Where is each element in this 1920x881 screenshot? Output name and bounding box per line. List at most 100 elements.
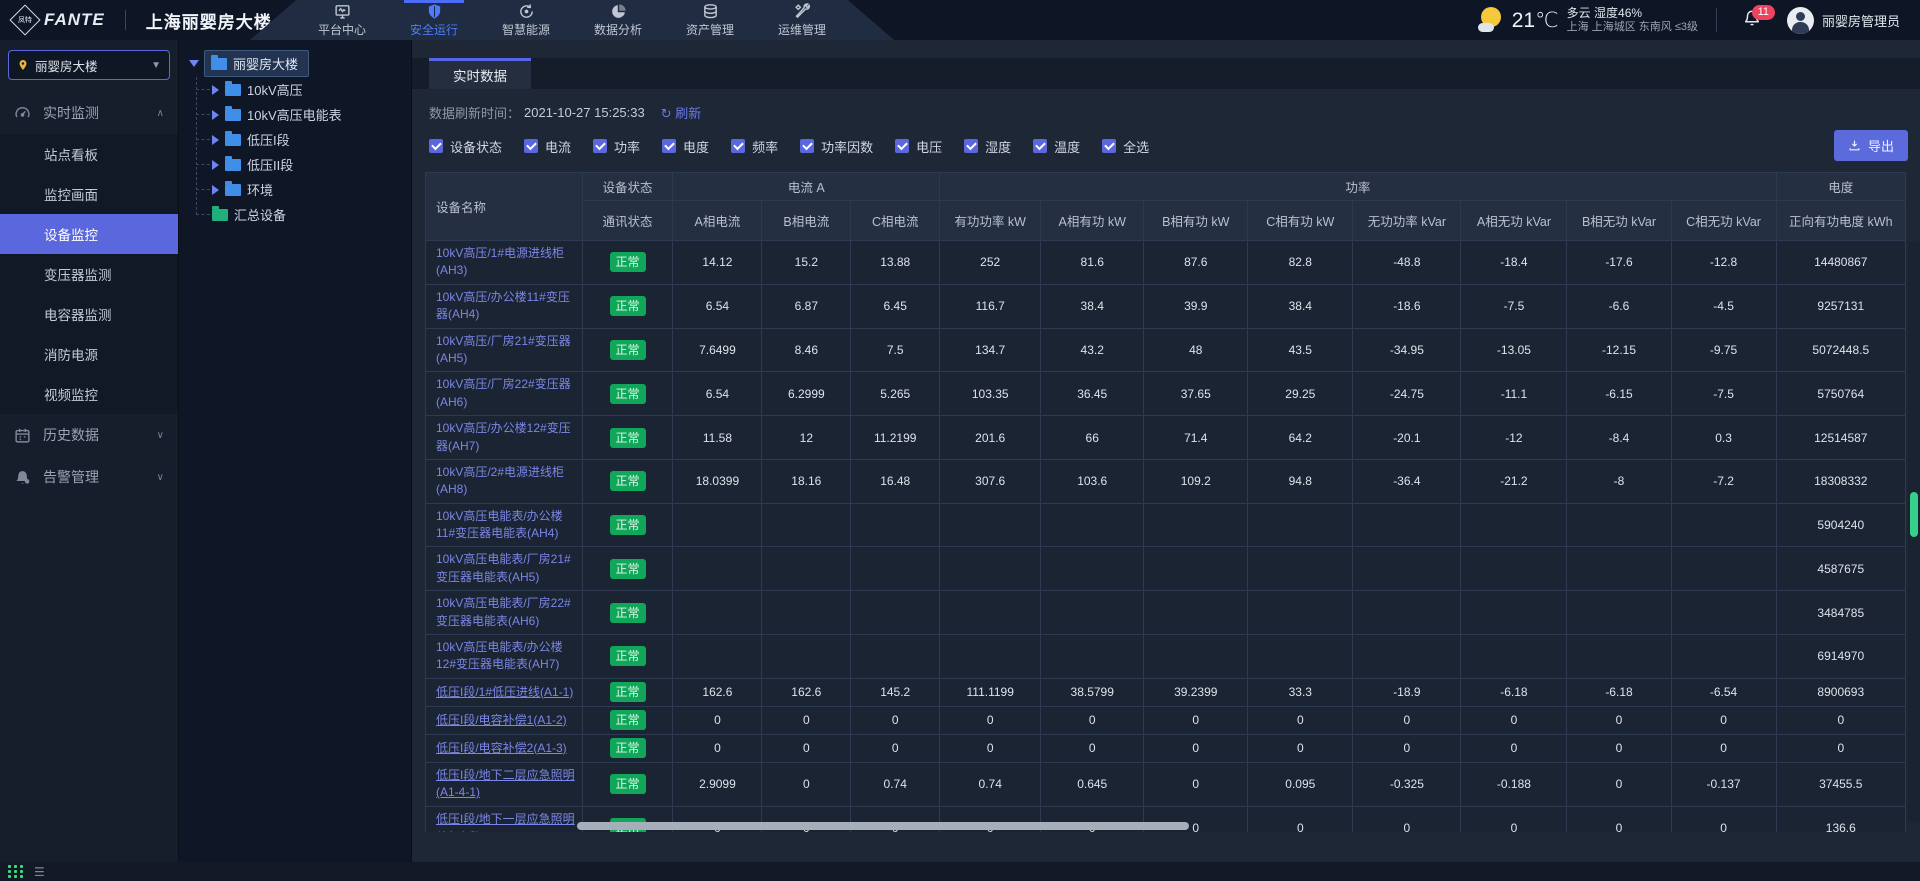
filter-checkbox-湿度[interactable]: 湿度 (964, 137, 1011, 156)
checkbox-checked-icon[interactable] (1102, 139, 1116, 153)
tree-node-root[interactable]: 丽婴房大楼 (189, 50, 411, 77)
value-cell: 81.6 (1041, 241, 1144, 285)
tree-node-10kV高压电能表[interactable]: 10kV高压电能表 (196, 102, 411, 127)
temperature: 21℃ (1512, 8, 1559, 33)
device-link[interactable]: 10kV高压电能表/厂房21#变压器电能表(AH5) (436, 552, 571, 583)
checkbox-checked-icon[interactable] (731, 139, 745, 153)
chevron-down-icon: ▼ (151, 60, 161, 71)
value-cell: 38.4 (1041, 284, 1144, 328)
device-link[interactable]: 低压I段/地下一层应急照明(A1-4-2) (436, 812, 575, 832)
filter-checkbox-频率[interactable]: 频率 (731, 137, 778, 156)
checkbox-checked-icon[interactable] (662, 139, 676, 153)
horizontal-scrollbar-thumb[interactable] (577, 822, 1189, 830)
sidebar-item-消防电源[interactable]: 消防电源 (0, 334, 178, 374)
filter-checkbox-设备状态[interactable]: 设备状态 (429, 137, 502, 156)
nav-item-运维管理[interactable]: 运维管理 (756, 0, 848, 40)
filter-checkbox-电度[interactable]: 电度 (662, 137, 709, 156)
tree-node-10kV高压[interactable]: 10kV高压 (196, 77, 411, 102)
nav-item-平台中心[interactable]: 平台中心 (296, 0, 388, 40)
sidebar-group-实时监测[interactable]: 实时监测∧ (0, 92, 178, 134)
value-cell: 0 (1248, 734, 1353, 762)
table-row: 10kV高压/厂房21#变压器(AH5)正常7.64998.467.5134.7… (426, 328, 1906, 372)
checkbox-checked-icon[interactable] (524, 139, 538, 153)
tree-expand-icon[interactable] (189, 60, 199, 67)
sidebar-group-历史数据[interactable]: 历史数据∨ (0, 414, 178, 456)
nav-item-label: 平台中心 (318, 21, 366, 38)
device-link[interactable]: 10kV高压电能表/厂房22#变压器电能表(AH6) (436, 596, 571, 627)
filter-checkbox-电流[interactable]: 电流 (524, 137, 571, 156)
platform-icon (334, 3, 351, 20)
sidebar-item-视频监控[interactable]: 视频监控 (0, 374, 178, 414)
device-link[interactable]: 低压I段/地下二层应急照明(A1-4-1) (436, 768, 575, 799)
tree-expand-icon[interactable] (212, 135, 219, 145)
site-selector[interactable]: 丽婴房大楼 ▼ (8, 50, 170, 80)
tree-expand-icon[interactable] (212, 85, 219, 95)
tree-node-汇总设备[interactable]: 汇总设备 (196, 202, 411, 227)
device-link[interactable]: 10kV高压/1#电源进线柜(AH3) (436, 246, 564, 277)
nav-item-label: 资产管理 (686, 21, 734, 38)
value-cell: 2.9099 (673, 762, 762, 806)
checkbox-checked-icon[interactable] (429, 139, 443, 153)
export-button[interactable]: 导出 (1834, 130, 1908, 161)
device-link[interactable]: 10kV高压/厂房22#变压器(AH6) (436, 377, 571, 408)
list-icon[interactable]: ☰ (34, 866, 45, 878)
checkbox-checked-icon[interactable] (593, 139, 607, 153)
vertical-scrollbar-thumb[interactable] (1910, 492, 1918, 537)
sidebar-item-变压器监测[interactable]: 变压器监测 (0, 254, 178, 294)
value-cell (1567, 591, 1671, 635)
device-link[interactable]: 10kV高压/办公楼12#变压器(AH7) (436, 421, 571, 452)
tree-expand-icon[interactable] (212, 160, 219, 170)
apps-grid-icon[interactable] (8, 865, 24, 878)
device-link[interactable]: 10kV高压/办公楼11#变压器(AH4) (436, 290, 570, 321)
value-cell: 37.65 (1144, 372, 1248, 416)
sidebar-item-电容器监测[interactable]: 电容器监测 (0, 294, 178, 334)
tree-expand-icon[interactable] (212, 110, 219, 120)
nav-item-数据分析[interactable]: 数据分析 (572, 0, 664, 40)
sidebar-group-告警管理[interactable]: 告警管理∨ (0, 456, 178, 498)
filter-checkbox-温度[interactable]: 温度 (1033, 137, 1080, 156)
chevron-down-icon: ∨ (157, 472, 164, 483)
col-header-通讯状态: 通讯状态 (582, 201, 673, 241)
tab-realtime-data[interactable]: 实时数据 (429, 58, 531, 89)
device-link[interactable]: 10kV高压电能表/办公楼11#变压器电能表(AH4) (436, 509, 563, 540)
sidebar-item-站点看板[interactable]: 站点看板 (0, 134, 178, 174)
tree-node-低压I段[interactable]: 低压I段 (196, 127, 411, 152)
device-link[interactable]: 10kV高压/2#电源进线柜(AH8) (436, 465, 564, 496)
device-link[interactable]: 10kV高压/厂房21#变压器(AH5) (436, 334, 571, 365)
nav-item-智慧能源[interactable]: 智慧能源 (480, 0, 572, 40)
sidebar-item-设备监控[interactable]: 设备监控 (0, 214, 178, 254)
top-nav: 平台中心 安全运行智慧能源数据分析资产管理 运维管理 (250, 0, 894, 40)
filter-checkbox-全选[interactable]: 全选 (1102, 137, 1149, 156)
value-cell (1353, 503, 1461, 547)
device-link[interactable]: 低压I段/1#低压进线(A1-1) (436, 685, 573, 699)
filter-checkbox-电压[interactable]: 电压 (895, 137, 942, 156)
checkbox-checked-icon[interactable] (895, 139, 909, 153)
notifications-button[interactable]: 11 (1717, 9, 1787, 32)
nav-item-安全运行[interactable]: 安全运行 (388, 0, 480, 40)
user-menu[interactable]: 丽婴房管理员 (1787, 7, 1920, 34)
filter-checkbox-功率因数[interactable]: 功率因数 (800, 137, 873, 156)
checkbox-checked-icon[interactable] (964, 139, 978, 153)
value-cell: 12514587 (1776, 416, 1905, 460)
filter-checkbox-功率[interactable]: 功率 (593, 137, 640, 156)
value-cell: 71.4 (1144, 416, 1248, 460)
checkbox-checked-icon[interactable] (800, 139, 814, 153)
tree-node-低压II段[interactable]: 低压II段 (196, 152, 411, 177)
device-link[interactable]: 低压I段/电容补偿2(A1-3) (436, 741, 567, 755)
status-badge: 正常 (610, 515, 646, 535)
value-cell: 0 (1776, 734, 1905, 762)
value-cell: -17.6 (1567, 241, 1671, 285)
sidebar-item-监控画面[interactable]: 监控画面 (0, 174, 178, 214)
tree-node-环境[interactable]: 环境 (196, 177, 411, 202)
table-row: 低压I段/1#低压进线(A1-1)正常162.6162.6145.2111.11… (426, 678, 1906, 706)
device-link[interactable]: 低压I段/电容补偿1(A1-2) (436, 713, 567, 727)
checkbox-checked-icon[interactable] (1033, 139, 1047, 153)
nav-item-资产管理[interactable]: 资产管理 (664, 0, 756, 40)
refresh-button[interactable]: ↻ 刷新 (661, 103, 702, 122)
vertical-scrollbar[interactable] (1908, 242, 1920, 822)
tree-expand-icon[interactable] (212, 185, 219, 195)
value-cell (673, 591, 762, 635)
device-link[interactable]: 10kV高压电能表/办公楼12#变压器电能表(AH7) (436, 640, 563, 671)
value-cell (940, 503, 1041, 547)
value-cell: 201.6 (940, 416, 1041, 460)
